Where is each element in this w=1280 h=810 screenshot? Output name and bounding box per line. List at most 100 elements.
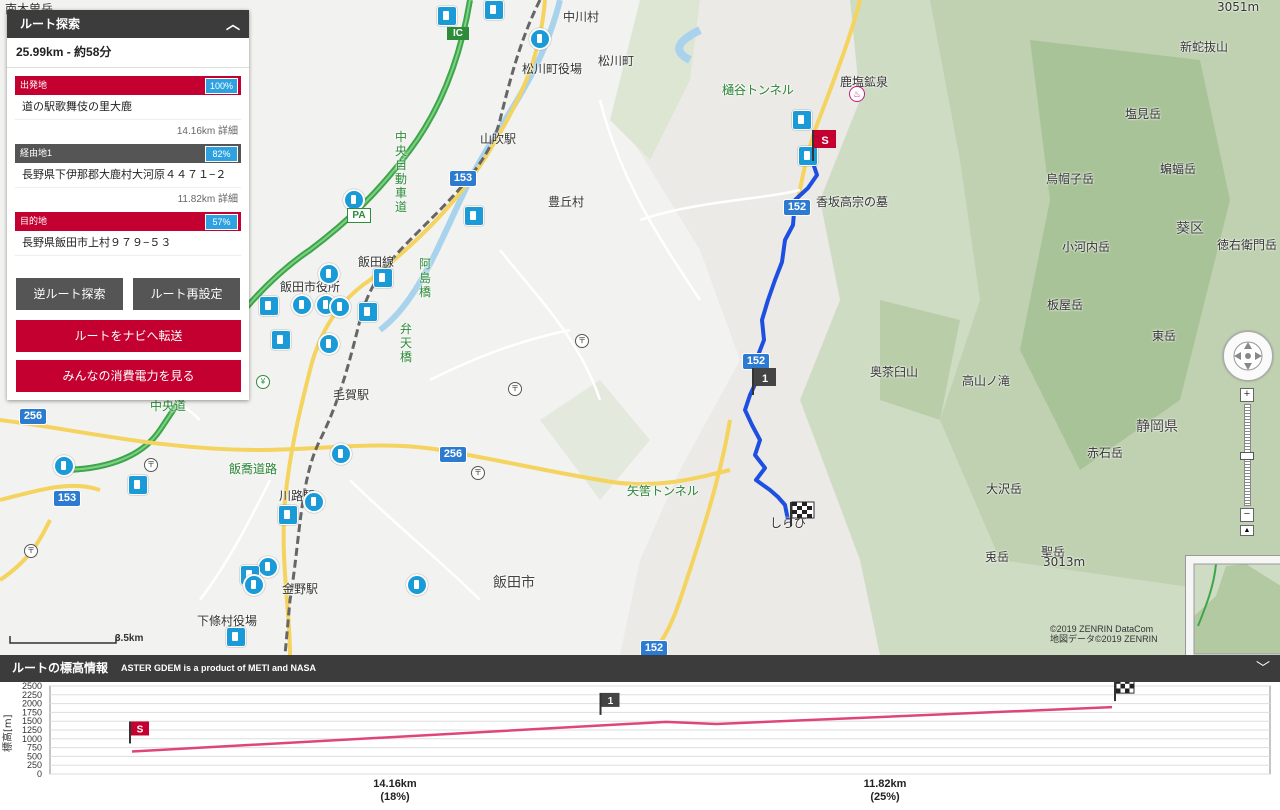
waypoint-address[interactable]: 長野県下伊那郡大鹿村大河原４４７１−２ xyxy=(15,163,241,188)
road-label: 矢筈トンネル xyxy=(627,484,699,498)
ev-charger-icon[interactable] xyxy=(437,6,457,26)
zoom-out-button[interactable]: − xyxy=(1240,508,1254,522)
zoom-handle[interactable] xyxy=(1240,452,1254,460)
place-label: 奥茶臼山 xyxy=(870,365,919,379)
power-consumption-button[interactable]: みんなの消費電力を見る xyxy=(16,360,241,392)
waypoint-2[interactable]: 経由地1 82% 長野県下伊那郡大鹿村大河原４４７１−２ 11.82km 詳細 xyxy=(15,144,241,212)
ev-charger-icon[interactable] xyxy=(243,574,265,596)
ev-charger-icon[interactable] xyxy=(53,455,75,477)
place-label: 山吹駅 xyxy=(480,132,517,146)
elevation-credit: ASTER GDEM is a product of METI and NASA xyxy=(121,663,317,673)
place-label: 烏帽子岳 xyxy=(1046,172,1095,186)
ev-charger-icon[interactable] xyxy=(529,28,551,50)
waypoint-address[interactable]: 長野県飯田市上村９７９−５３ xyxy=(15,231,241,256)
reroute-button[interactable]: ルート再設定 xyxy=(133,278,240,310)
ev-charger-icon[interactable] xyxy=(303,491,325,513)
ev-charger-icon[interactable] xyxy=(257,556,279,578)
place-label: 蝙蝠岳 xyxy=(1160,162,1197,176)
scale-bar: 3.5km xyxy=(8,633,143,651)
waypoint-type: 出発地 xyxy=(20,80,48,90)
ev-charger-icon[interactable] xyxy=(278,505,298,525)
waypoint-3[interactable]: 目的地 57% 長野県飯田市上村９７９−５３ xyxy=(15,212,241,264)
zoom-reset-icon[interactable]: ▲ xyxy=(1240,525,1254,536)
road-label: 道 xyxy=(395,200,408,214)
collapse-chevron-icon[interactable]: ︿ xyxy=(226,10,240,38)
ev-charger-icon[interactable] xyxy=(226,627,246,647)
place-label: 徳右衛門岳 xyxy=(1217,238,1278,252)
post-office-icon: 〒 xyxy=(508,382,522,396)
zoom-control[interactable]: + − ▲ xyxy=(1240,388,1254,536)
ev-charger-icon[interactable] xyxy=(291,294,313,316)
map-copyright: ©2019 ZENRIN DataCom 地図データ©2019 ZENRIN xyxy=(1050,624,1158,644)
place-label: 板屋岳 xyxy=(1047,298,1084,312)
route-number-shield: 256 xyxy=(19,408,47,425)
place-label: 静岡県 xyxy=(1136,419,1178,435)
collapse-chevron-icon[interactable]: ﹀ xyxy=(1256,655,1270,682)
place-label: 大沢岳 xyxy=(986,482,1023,496)
place-label: 松川町役場 xyxy=(522,62,583,76)
road-label: 橋 xyxy=(400,350,413,364)
copyright-line: 地図データ©2019 ZENRIN xyxy=(1050,634,1158,644)
battery-percent-badge: 82% xyxy=(205,146,238,162)
place-label: 兎岳 xyxy=(985,550,1010,564)
ev-charger-icon[interactable] xyxy=(464,206,484,226)
place-label: 3051m xyxy=(1217,0,1260,14)
ic-badge: IC xyxy=(447,27,469,40)
ev-charger-icon[interactable] xyxy=(792,110,812,130)
pa-badge: PA xyxy=(347,208,371,223)
goal-flag-icon[interactable] xyxy=(788,501,818,527)
segment-distance-link[interactable]: 14.16km 詳細 xyxy=(15,120,241,144)
segment-distance-link[interactable]: 11.82km 詳細 xyxy=(15,188,241,212)
reverse-route-button[interactable]: 逆ルート探索 xyxy=(16,278,123,310)
ev-charger-icon[interactable] xyxy=(484,0,504,20)
post-office-icon: 〒 xyxy=(575,334,589,348)
y-tick-label: 0 xyxy=(37,769,42,779)
panel-header[interactable]: ルート探索 ︿ xyxy=(7,10,249,38)
waypoint-1[interactable]: 出発地 100% 道の駅歌舞伎の里大鹿 14.16km 詳細 xyxy=(15,76,241,144)
overview-map[interactable] xyxy=(1185,555,1280,655)
ev-charger-icon[interactable] xyxy=(318,263,340,285)
ev-charger-icon[interactable] xyxy=(128,475,148,495)
place-label: 葵区 xyxy=(1176,221,1204,237)
scale-bar-graphic xyxy=(9,636,117,644)
ev-charger-icon[interactable] xyxy=(318,333,340,355)
waypoint-address[interactable]: 道の駅歌舞伎の里大鹿 xyxy=(15,95,241,120)
waypoint-type-bar: 経由地1 82% xyxy=(15,144,241,163)
send-to-nav-button[interactable]: ルートをナビへ転送 xyxy=(16,320,241,352)
y-axis-label: 標高[m] xyxy=(1,714,14,752)
place-label: 高山ノ滝 xyxy=(962,374,1011,388)
ev-charger-icon[interactable] xyxy=(329,296,351,318)
start-flag-icon[interactable]: S xyxy=(810,128,838,162)
map-view[interactable]: 南木曽岳 中川村 松川町 松川町役場 山吹駅 豊丘村 飯田線 飯田市役所 毛賀駅 飯喬道路 川路駅金… xyxy=(0,0,1280,655)
battery-percent-badge: 57% xyxy=(205,214,238,230)
compass-icon xyxy=(1233,341,1263,371)
route-number-shield: 256 xyxy=(439,446,467,463)
waypoint-type: 目的地 xyxy=(20,216,48,226)
elevation-header[interactable]: ルートの標高情報 ASTER GDEM is a product of METI… xyxy=(0,655,1280,682)
via-flag-icon[interactable]: 1 xyxy=(750,366,780,396)
ev-charger-icon[interactable] xyxy=(358,302,378,322)
place-label: 東岳 xyxy=(1152,329,1177,343)
elevation-panel: ルートの標高情報 ASTER GDEM is a product of METI… xyxy=(0,655,1280,810)
start-flag-icon-label: S xyxy=(137,724,144,735)
waypoint-type-bar: 目的地 57% xyxy=(15,212,241,231)
place-label: 香坂高宗の墓 xyxy=(816,195,889,209)
pan-control[interactable] xyxy=(1223,331,1273,381)
place-label: 金野駅 xyxy=(282,582,319,596)
place-label: 塩見岳 xyxy=(1125,107,1162,121)
ev-charger-icon[interactable] xyxy=(406,574,428,596)
place-label: 松川町 xyxy=(598,54,635,68)
ev-charger-icon[interactable] xyxy=(373,268,393,288)
ev-charger-icon[interactable] xyxy=(259,296,279,316)
hot-spring-icon: ♨ xyxy=(849,86,865,102)
place-label: 赤石岳 xyxy=(1087,446,1124,460)
panel-title: ルート探索 xyxy=(20,17,81,31)
landmark-icon: ¥ xyxy=(256,375,270,389)
segment-2-percent: (25%) xyxy=(870,791,900,803)
ev-charger-icon[interactable] xyxy=(271,330,291,350)
road-label: 樋谷トンネル xyxy=(722,83,794,97)
segment-1-distance: 14.16km xyxy=(373,778,417,790)
zoom-in-button[interactable]: + xyxy=(1240,388,1254,402)
waypoint-type: 経由地1 xyxy=(20,148,53,158)
ev-charger-icon[interactable] xyxy=(330,443,352,465)
